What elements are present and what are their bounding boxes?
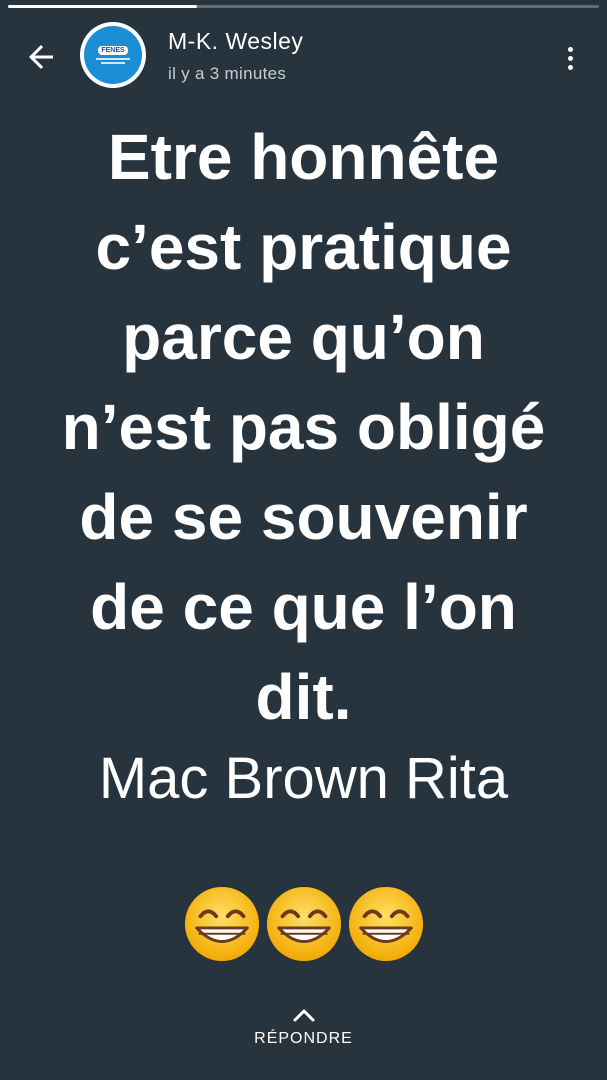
quote-line: de se souvenir — [79, 481, 528, 553]
avatar-badge: FENES — [98, 46, 128, 55]
chevron-up-icon — [293, 1009, 314, 1022]
status-progress-fill — [8, 5, 198, 8]
status-text: Etre honnête c’est pratique parce qu’on … — [0, 112, 607, 822]
author-name: M-K. Wesley — [168, 28, 304, 54]
avatar-logo-icon: FENES — [84, 26, 142, 84]
quote-line: c’est pratique — [95, 211, 512, 283]
reply-button[interactable]: RÉPONDRE — [0, 1008, 607, 1048]
grinning-face-icon — [266, 886, 341, 962]
more-vert-icon — [567, 64, 573, 70]
more-vert-icon — [567, 46, 573, 52]
avatar[interactable]: FENES — [80, 22, 146, 88]
back-button[interactable] — [16, 32, 66, 82]
status-header: FENES M-K. Wesley il y a 3 minutes — [0, 18, 607, 98]
quote-line: parce qu’on — [122, 301, 485, 373]
more-vert-icon — [567, 55, 573, 61]
grinning-face-icon — [348, 886, 423, 962]
arrow-left-icon — [29, 45, 53, 69]
status-progress-track — [8, 5, 599, 8]
avatar-decoration — [101, 62, 125, 64]
emoji-row — [0, 885, 607, 963]
more-options-button[interactable] — [556, 38, 584, 78]
quote-line: de ce que l’on — [90, 571, 517, 643]
quote-author: Mac Brown Rita — [98, 746, 509, 811]
avatar-decoration — [96, 58, 130, 60]
quote-line: dit. — [255, 661, 352, 733]
quote-line: Etre honnête — [107, 121, 500, 193]
reply-label: RÉPONDRE — [254, 1030, 353, 1047]
timestamp: il y a 3 minutes — [168, 64, 287, 83]
quote: Etre honnête c’est pratique parce qu’on … — [0, 112, 607, 742]
grinning-face-icon — [184, 886, 259, 962]
quote-line: n’est pas obligé — [61, 391, 546, 463]
